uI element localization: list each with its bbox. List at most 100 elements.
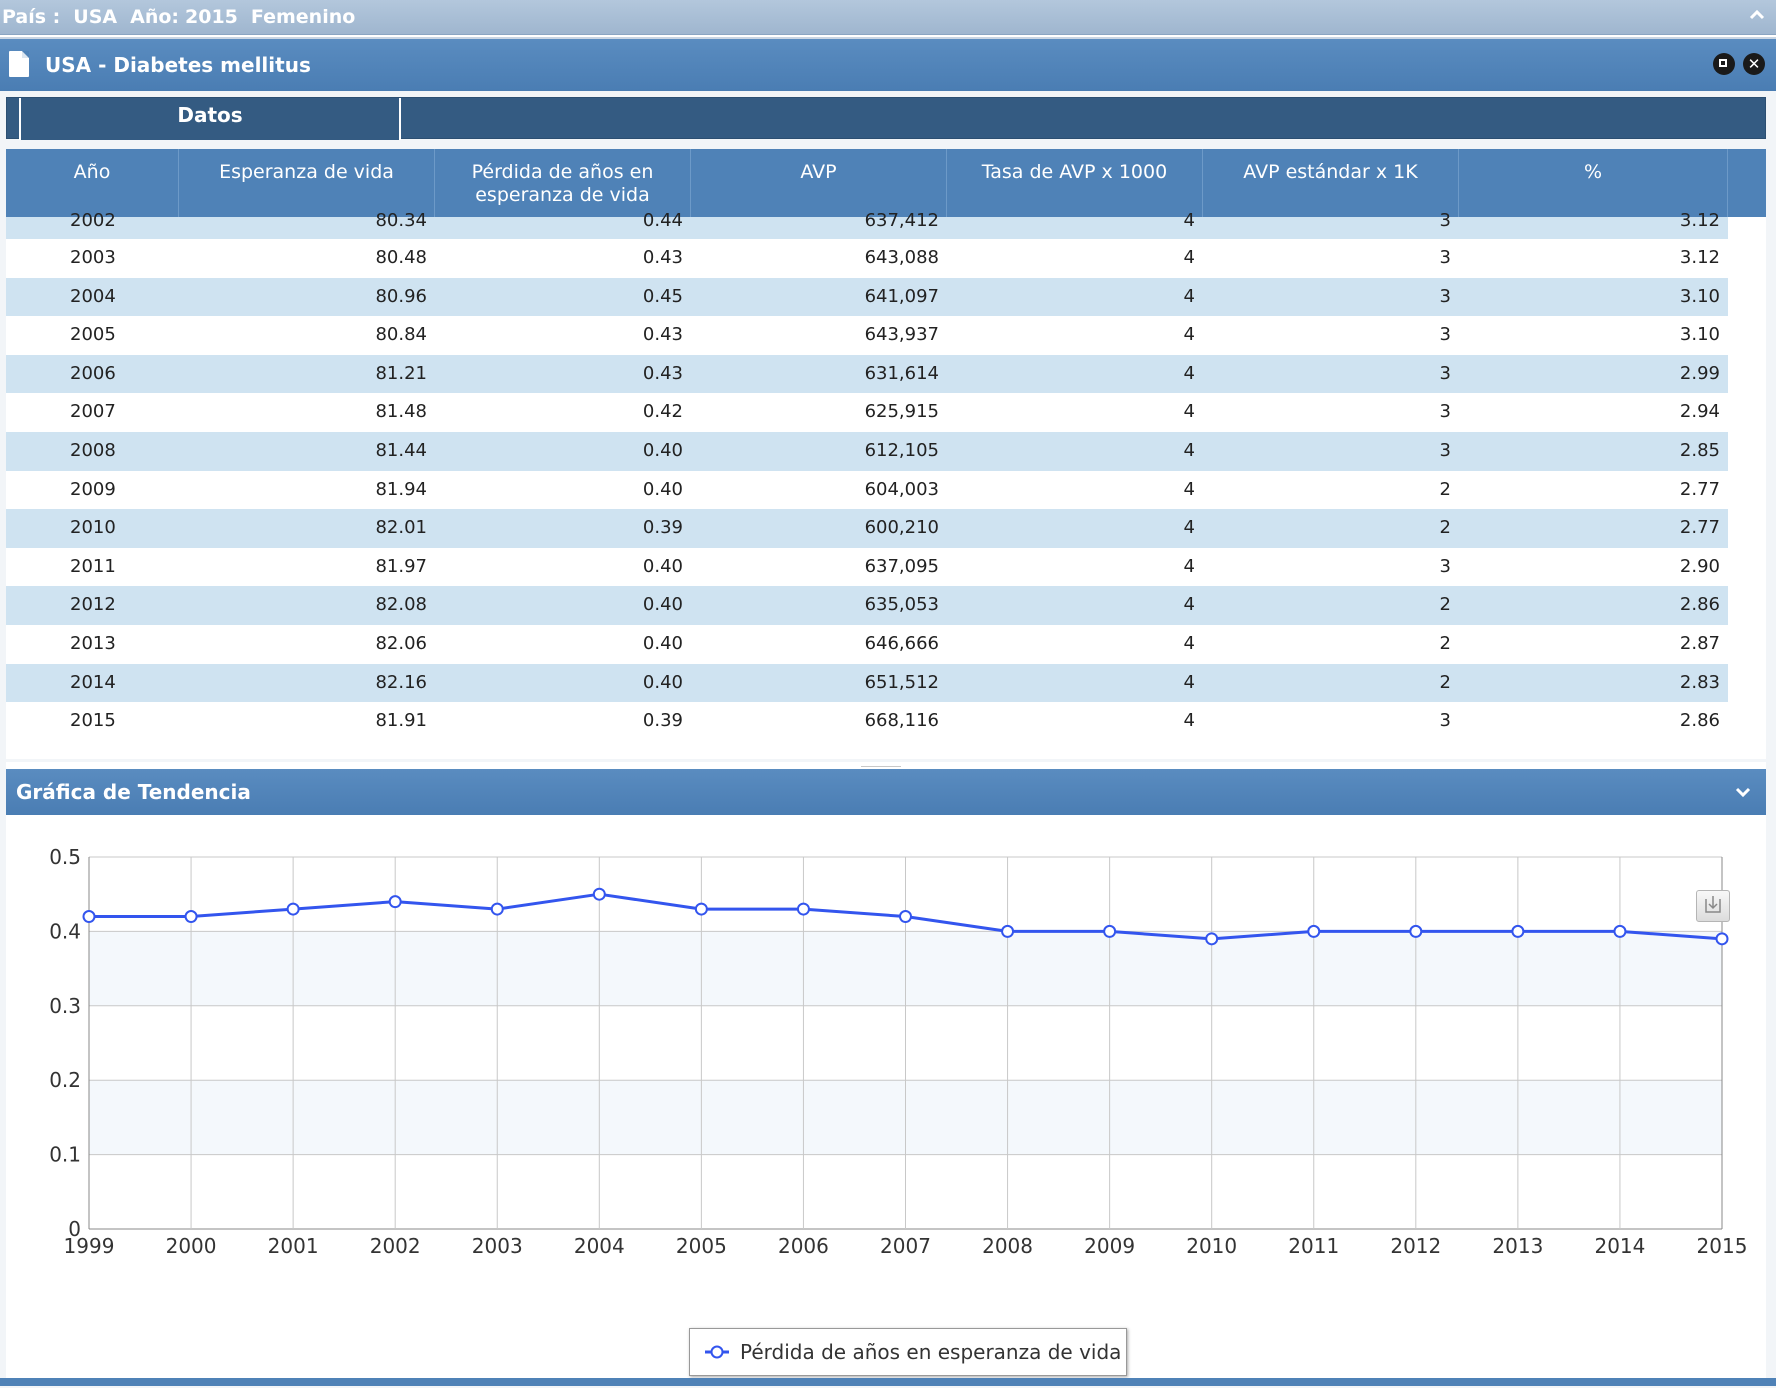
legend-label: Pérdida de años en esperanza de vida [740, 1340, 1122, 1364]
x-tick-label: 2005 [676, 1234, 727, 1258]
table-row[interactable]: 2002 80.34 0.44 637,412 4 3 3.12 [6, 211, 1766, 239]
close-icon[interactable]: ✕ [1743, 53, 1765, 75]
table-cell: 668,116 [864, 710, 939, 732]
data-point [592, 887, 606, 901]
table-cell: 2 [1439, 632, 1451, 654]
year-value: 2015 [185, 6, 238, 28]
data-point [1001, 924, 1015, 938]
table-cell: 3 [1439, 210, 1451, 231]
table-cell: 646,666 [864, 632, 939, 654]
column-header[interactable]: Esperanza de vida [179, 149, 435, 217]
table-cell: 651,512 [864, 671, 939, 693]
filter-bar: País : USA Año: 2015 Femenino [0, 0, 1776, 35]
table-cell: 2007 [70, 401, 116, 423]
table-cell: 2013 [70, 632, 116, 654]
table-cell: 2.86 [1679, 710, 1720, 732]
chart-panel: Gráfica de Tendencia 0 0.1 0.2 0.3 0.4 0.5 199… [6, 769, 1766, 1379]
table-row[interactable]: 2003 80.48 0.43 643,088 4 3 3.12 [6, 239, 1766, 278]
table-row[interactable]: 2006 81.21 0.43 631,614 4 3 2.99 [6, 354, 1766, 394]
tab-strip: Datos [6, 97, 1766, 140]
country-label: País : [2, 6, 61, 28]
table-cell: 0.40 [642, 439, 683, 461]
table-row[interactable]: 2011 81.97 0.40 637,095 4 3 2.90 [6, 547, 1766, 587]
trend-chart: 00.10.20.30.40.51999 2000 2001 2002 2003 2004… [49, 845, 1747, 1258]
table-cell: 3 [1439, 362, 1451, 384]
table-cell: 4 [1183, 285, 1195, 307]
table-cell: 2.85 [1679, 439, 1720, 461]
table-cell: 3 [1439, 555, 1451, 577]
table-cell: 2012 [70, 594, 116, 616]
table-cell: 3 [1439, 324, 1451, 346]
table-row[interactable]: 2015 81.91 0.39 668,116 4 3 2.86 [6, 702, 1766, 741]
table-row[interactable]: 2012 82.08 0.40 635,053 4 2 2.86 [6, 586, 1766, 625]
table-row[interactable]: 2013 82.06 0.40 646,666 4 2 2.87 [6, 624, 1766, 664]
chart-panel-header[interactable]: Gráfica de Tendencia [6, 769, 1766, 815]
table-cell: 2 [1439, 478, 1451, 500]
table-cell: 80.34 [375, 210, 427, 231]
x-tick-label: 2006 [778, 1234, 829, 1258]
column-header[interactable]: AVP estándar x 1K [1203, 149, 1459, 217]
tab-datos[interactable]: Datos [19, 98, 401, 140]
data-point [1613, 924, 1627, 938]
table-cell: 4 [1183, 632, 1195, 654]
data-point [1307, 924, 1321, 938]
data-point [899, 910, 912, 924]
table-row[interactable]: 2008 81.44 0.40 612,105 4 3 2.85 [6, 431, 1766, 471]
chevron-up-icon[interactable] [1748, 3, 1766, 28]
table-body: 2002 80.34 0.44 637,412 4 3 3.12 2003 80.48 0.43 6… [6, 211, 1766, 741]
table-row[interactable]: 2005 80.84 0.43 643,937 4 3 3.10 [6, 316, 1766, 355]
y-tick-label: 0.4 [49, 919, 81, 943]
table-row[interactable]: 2004 80.96 0.45 641,097 4 3 3.10 [6, 277, 1766, 317]
table-cell: 4 [1183, 710, 1195, 732]
table-cell: 4 [1183, 517, 1195, 539]
table-cell: 4 [1183, 594, 1195, 616]
bottom-border [0, 1378, 1776, 1386]
table-cell: 2015 [70, 710, 116, 732]
table-row[interactable]: 2014 82.16 0.40 651,512 4 2 2.83 [6, 663, 1766, 703]
x-tick-label: 2004 [574, 1234, 625, 1258]
data-table: Año Esperanza de vida Pérdida de años en e… [6, 149, 1766, 759]
column-header[interactable]: Tasa de AVP x 1000 [947, 149, 1203, 217]
y-tick-label: 0.3 [49, 994, 81, 1018]
table-cell: 0.40 [642, 555, 683, 577]
x-tick-label: 2009 [1084, 1234, 1135, 1258]
column-header[interactable]: Pérdida de años en esperanza de vida [435, 149, 691, 217]
data-point [1205, 932, 1219, 946]
table-row[interactable]: 2009 81.94 0.40 604,003 4 2 2.77 [6, 470, 1766, 510]
table-row[interactable]: 2007 81.48 0.42 625,915 4 3 2.94 [6, 393, 1766, 432]
table-cell: 2.87 [1679, 632, 1720, 654]
chart-area: 0 0.1 0.2 0.3 0.4 0.5 1999 2000 2001 2002 2003 2004… [6, 815, 1766, 1376]
x-tick-label: 2010 [1186, 1234, 1237, 1258]
table-cell: 82.06 [375, 632, 427, 654]
legend-marker-icon [705, 1345, 729, 1359]
table-cell: 2.77 [1679, 517, 1720, 539]
x-tick-label: 2014 [1594, 1234, 1645, 1258]
table-scrollbar[interactable] [1728, 217, 1766, 759]
table-cell: 4 [1183, 362, 1195, 384]
table-cell: 2004 [70, 285, 116, 307]
x-tick-label: 2008 [982, 1234, 1033, 1258]
x-tick-label: 2011 [1288, 1234, 1339, 1258]
column-header[interactable]: Año [6, 149, 179, 217]
table-cell: 600,210 [864, 517, 939, 539]
chevron-down-icon[interactable] [1734, 769, 1752, 815]
maximize-icon[interactable] [1713, 53, 1735, 75]
chart-panel-title: Gráfica de Tendencia [16, 780, 251, 804]
table-cell: 0.40 [642, 671, 683, 693]
table-cell: 3.12 [1679, 247, 1720, 268]
data-point [694, 902, 708, 916]
column-header[interactable]: % [1459, 149, 1728, 217]
column-header[interactable]: AVP [691, 149, 947, 217]
table-cell: 2.94 [1679, 401, 1720, 423]
table-cell: 631,614 [864, 362, 939, 384]
table-cell: 3.10 [1679, 324, 1720, 346]
table-cell: 643,088 [864, 247, 939, 268]
table-cell: 0.43 [642, 324, 683, 346]
x-tick-label: 2003 [472, 1234, 523, 1258]
chart-legend[interactable]: Pérdida de años en esperanza de vida [689, 1328, 1127, 1376]
download-icon[interactable] [1696, 890, 1730, 922]
table-cell: 81.97 [375, 555, 427, 577]
table-row[interactable]: 2010 82.01 0.39 600,210 4 2 2.77 [6, 509, 1766, 548]
table-cell: 80.96 [375, 285, 427, 307]
document-icon [9, 51, 29, 77]
